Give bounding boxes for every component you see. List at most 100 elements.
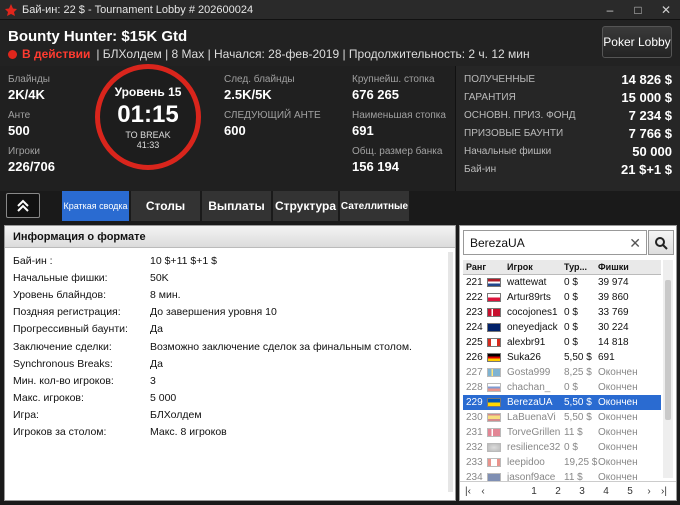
player-chips: Окончен [598,412,638,423]
break-timer: 41:33 [136,140,160,150]
tab-satellites[interactable]: Сателлитные [340,191,410,221]
players-value: 226/706 [8,159,55,174]
page-4[interactable]: 4 [594,486,618,497]
player-tournament-winnings: 11 $ [564,427,583,438]
player-chips: Окончен [598,382,638,393]
player-tournament-winnings: 0 $ [564,277,578,288]
tab-tables[interactable]: Столы [131,191,201,221]
format-info-heading: Информация о формате [5,226,455,248]
player-row[interactable]: 231 TorveGrillen 11 $ Окончен [463,425,661,440]
break-label: TO BREAK [125,130,171,140]
first-page-icon[interactable]: |‹ [460,486,476,497]
player-row[interactable]: 221 wattewat 0 $ 39 974 [463,275,661,290]
player-rank: 227 [466,367,483,378]
info-row: Игроков за столом: Макс. 8 игроков [13,426,227,439]
minimize-button[interactable]: – [596,0,624,20]
info-row: Мин. кол-во игроков: 3 [13,374,156,387]
tab-payouts[interactable]: Выплаты [202,191,272,221]
info-row: Прогрессивный баунти: Да [13,323,163,336]
player-row[interactable]: 226 Suka26 5,50 $ 691 [463,350,661,365]
country-flag-icon [487,443,501,452]
next-blinds-value: 2.5K/5K [224,87,272,102]
scrollbar-thumb[interactable] [665,280,671,420]
player-row[interactable]: 229 BerezaUA 5,50 $ Окончен [463,395,661,410]
player-name: LaBuenaVi [507,412,556,423]
collapse-button[interactable] [6,193,40,218]
next-ante-label: СЛЕДУЮЩИЙ АНТЕ [224,110,321,121]
info-row: Макс. игроков: 5 000 [13,392,177,405]
page-5[interactable]: 5 [618,486,642,497]
player-tournament-winnings: 0 $ [564,292,578,303]
player-tournament-winnings: 0 $ [564,337,578,348]
col-rank[interactable]: Ранг [463,262,487,272]
ante-label: Анте [8,110,31,121]
country-flag-icon [487,323,501,332]
bank-label: Общ. размер банка [352,146,443,157]
player-name: TorveGrillen [507,427,561,438]
ante-value: 500 [8,123,30,138]
prize-panel: ПОЛУЧЕННЫЕ 14 826 $ ГАРАНТИЯ 15 000 $ ОСНО… [455,66,680,191]
maximize-button[interactable]: □ [624,0,652,20]
player-rank: 232 [466,442,483,453]
player-row[interactable]: 222 Artur89rts 0 $ 39 860 [463,290,661,305]
player-search-input[interactable]: BerezaUA ✕ [463,230,647,255]
tab-structure[interactable]: Структура [273,191,339,221]
player-row[interactable]: 233 leepidoo 19,25 $ Окончен [463,455,661,470]
search-icon [655,236,668,250]
player-name: chachan_ [507,382,551,393]
next-ante-value: 600 [224,123,246,138]
blinds-label: Блайнды [8,74,50,85]
player-chips: 39 974 [598,277,629,288]
players-label: Игроки [8,146,40,157]
country-flag-icon [487,398,501,407]
tournament-status-line: В действии | БЛХолдем | 8 Max | Начался:… [8,47,530,61]
col-player[interactable]: Игрок [507,262,564,272]
players-scrollbar[interactable] [663,260,673,478]
page-3[interactable]: 3 [570,486,594,497]
next-page-icon[interactable]: › [642,486,656,497]
player-rank: 231 [466,427,483,438]
info-row: Заключение сделки: Возможно заключение сд… [13,340,412,353]
player-name: wattewat [507,277,547,288]
pokerstars-logo-icon [5,3,17,16]
prev-page-icon[interactable]: ‹ [476,486,490,497]
player-row[interactable]: 225 alexbr91 0 $ 14 818 [463,335,661,350]
player-tournament-winnings: 8,25 $ [564,367,592,378]
info-scrollbar[interactable] [448,252,453,492]
player-row[interactable]: 228 chachan_ 0 $ Окончен [463,380,661,395]
player-name: BerezaUA [507,397,553,408]
player-row[interactable]: 227 Gosta999 8,25 $ Окончен [463,365,661,380]
tab-summary[interactable]: Краткая сводка [62,191,130,221]
col-tournament[interactable]: Тур... [564,262,598,272]
last-page-icon[interactable]: ›| [656,486,672,497]
player-tournament-winnings: 5,50 $ [564,352,592,363]
double-chevron-up-icon [17,199,29,212]
tournament-name: Bounty Hunter: $15K Gtd [8,28,188,45]
search-button[interactable] [648,230,674,255]
largest-stack-label: Крупнейш. стопка [352,74,435,85]
poker-lobby-button[interactable]: Poker Lobby [602,26,672,58]
player-row[interactable]: 232 resilience32 0 $ Окончен [463,440,661,455]
player-row[interactable]: 230 LaBuenaVi 5,50 $ Окончен [463,410,661,425]
country-flag-icon [487,428,501,437]
player-rank: 222 [466,292,483,303]
player-row[interactable]: 223 cocojones1 0 $ 33 769 [463,305,661,320]
col-chips[interactable]: Фишки [598,262,661,272]
close-button[interactable]: ✕ [652,0,680,20]
level-clock: Уровень 15 01:15 TO BREAK 41:33 [95,64,201,170]
stats-panel: Блайнды 2K/4K Анте 500 Игроки 226/706 Сл… [0,66,455,191]
prize-row: ПОЛУЧЕННЫЕ 14 826 $ [464,71,672,87]
player-name: Suka26 [507,352,541,363]
clear-icon[interactable]: ✕ [629,235,641,252]
page-2[interactable]: 2 [546,486,570,497]
player-rank: 230 [466,412,483,423]
player-tournament-winnings: 5,50 $ [564,397,592,408]
players-table-header: Ранг Игрок Тур... Фишки [463,260,661,275]
page-1[interactable]: 1 [522,486,546,497]
player-name: alexbr91 [507,337,546,348]
player-row[interactable]: 224 oneyedjack 0 $ 30 224 [463,320,661,335]
player-chips: Окончен [598,397,638,408]
tab-bar: Краткая сводка Столы Выплаты Структура С… [0,191,680,221]
country-flag-icon [487,458,501,467]
country-flag-icon [487,278,501,287]
